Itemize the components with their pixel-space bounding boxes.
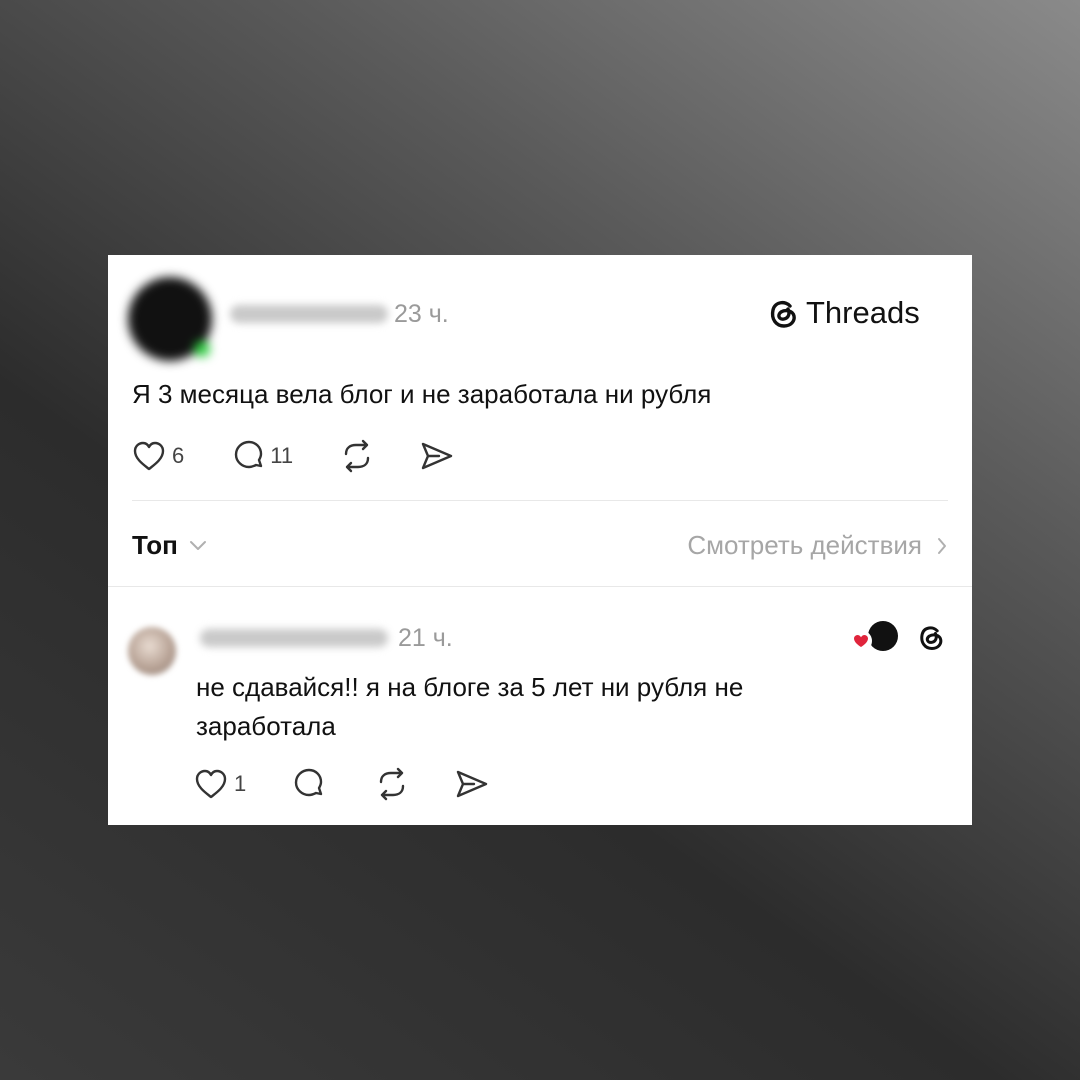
- sort-label: Топ: [132, 530, 178, 560]
- reply-share-button[interactable]: [454, 768, 490, 800]
- sort-dropdown[interactable]: Топ: [132, 530, 208, 561]
- threads-brand-label: Threads: [806, 295, 920, 330]
- share-button[interactable]: [419, 440, 455, 472]
- reply-actions: 1: [194, 767, 490, 801]
- post-text: Я 3 месяца вела блог и не заработала ни …: [132, 379, 712, 409]
- comment-icon: [295, 768, 323, 797]
- view-activity-link[interactable]: Смотреть действия: [687, 530, 948, 561]
- like-count: 6: [172, 443, 185, 468]
- comment-button[interactable]: 11: [232, 439, 293, 473]
- reply-like-button[interactable]: 1: [194, 768, 246, 800]
- reply-time: 21 ч.: [398, 624, 453, 652]
- repost-icon: [380, 767, 405, 801]
- author-username-blurred[interactable]: [230, 305, 388, 323]
- comment-count: 11: [270, 443, 294, 468]
- author-avatar[interactable]: [128, 277, 212, 361]
- repost-icon: [344, 439, 370, 473]
- threads-brand: Threads: [766, 295, 920, 331]
- share-icon: [421, 442, 453, 470]
- chevron-right-icon: [938, 537, 946, 554]
- reply-avatar[interactable]: [128, 627, 176, 675]
- reply-comment-button[interactable]: [292, 767, 326, 801]
- threads-logo-icon: [920, 626, 943, 650]
- threads-post-card: 23 ч. Threads Я 3 месяца вела блог и не …: [108, 255, 972, 825]
- chevron-down-icon: [189, 540, 206, 550]
- heart-icon: [195, 769, 227, 799]
- post-time: 23 ч.: [394, 300, 449, 328]
- comment-icon: [235, 440, 263, 469]
- divider: [132, 500, 948, 501]
- reply-repost-button[interactable]: [374, 767, 410, 801]
- threads-logo-icon: [770, 300, 796, 328]
- reply-username-blurred[interactable]: [200, 629, 388, 647]
- reply-like-count: 1: [234, 771, 247, 796]
- post-actions: 6 11: [132, 439, 455, 473]
- view-activity-label: Смотреть действия: [687, 530, 922, 560]
- repost-button[interactable]: [339, 439, 375, 473]
- share-icon: [457, 770, 488, 798]
- reply-text: не сдавайся!! я на блоге за 5 лет ни руб…: [196, 672, 744, 741]
- online-indicator: [194, 341, 210, 357]
- divider: [108, 586, 972, 587]
- like-button[interactable]: 6: [132, 440, 184, 472]
- reactor-avatar: [868, 621, 898, 651]
- reply-reactors[interactable]: [850, 619, 906, 655]
- red-heart-icon: [850, 630, 872, 652]
- heart-icon: [133, 441, 165, 471]
